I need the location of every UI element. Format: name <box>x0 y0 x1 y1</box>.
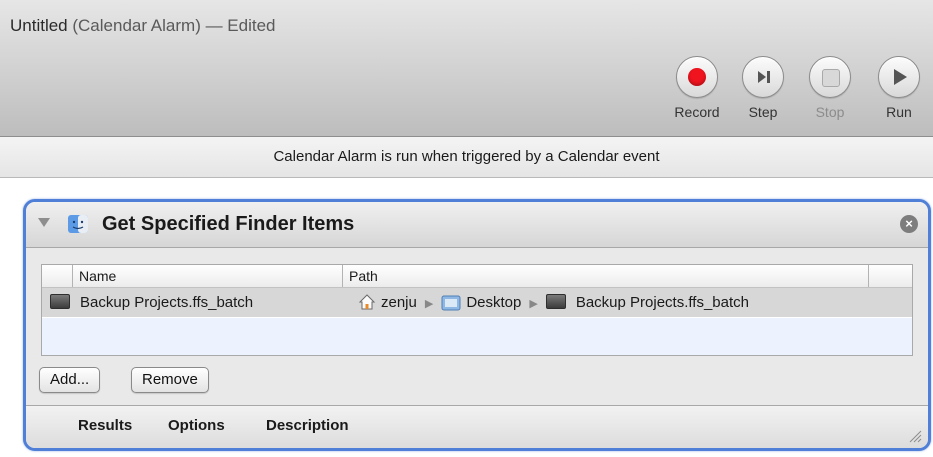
stop-button[interactable]: Stop <box>802 56 858 120</box>
step-label: Step <box>748 104 778 120</box>
path-folder-text: Desktop <box>466 294 522 311</box>
add-button[interactable]: Add... <box>39 367 101 393</box>
action-footer: Results Options Description <box>26 405 928 448</box>
table-header: Name Path <box>42 265 912 288</box>
tab-description[interactable]: Description <box>266 417 349 434</box>
path-separator-icon: ▶ <box>529 298 538 310</box>
disclosure-triangle-icon[interactable] <box>38 218 50 227</box>
resize-grip-icon[interactable] <box>908 429 922 443</box>
folder-icon <box>441 292 461 321</box>
window-title-subtitle: (Calendar Alarm) — Edited <box>67 16 276 35</box>
close-icon[interactable]: × <box>900 215 918 233</box>
table-row[interactable]: Backup Projects.ffs_batch zenju▶ Deskto <box>42 288 912 317</box>
finder-items-table[interactable]: Name Path Backup Projects.ffs_batch zenj… <box>41 264 913 356</box>
action-header[interactable]: Get Specified Finder Items × <box>26 202 928 248</box>
table-empty-row <box>42 318 912 355</box>
remove-button[interactable]: Remove <box>131 367 209 393</box>
run-label: Run <box>886 104 912 120</box>
action-get-specified-finder-items[interactable]: Get Specified Finder Items × Name Path B… <box>23 199 931 451</box>
step-button[interactable]: Step <box>735 56 791 120</box>
run-icon <box>878 56 920 98</box>
stop-icon <box>809 56 851 98</box>
record-label: Record <box>674 104 720 120</box>
file-icon <box>545 294 566 309</box>
action-title: Get Specified Finder Items <box>102 213 355 235</box>
trigger-info-text: Calendar Alarm is run when triggered by … <box>273 148 660 165</box>
stop-label: Stop <box>815 104 845 120</box>
automator-window: Untitled (Calendar Alarm) — Edited Recor… <box>0 0 933 457</box>
window-title: Untitled (Calendar Alarm) — Edited <box>10 16 276 36</box>
tab-options[interactable]: Options <box>168 417 225 434</box>
path-home-text: zenju <box>381 294 417 311</box>
window-title-name: Untitled <box>10 16 68 35</box>
file-icon <box>50 294 70 309</box>
row-name-cell: Backup Projects.ffs_batch <box>50 288 253 317</box>
record-icon <box>676 56 718 98</box>
row-name-text: Backup Projects.ffs_batch <box>80 294 254 311</box>
toolbar: Untitled (Calendar Alarm) — Edited Recor… <box>0 0 933 137</box>
finder-icon <box>66 212 90 236</box>
column-header-path[interactable]: Path <box>342 265 869 287</box>
trigger-info-bar: Calendar Alarm is run when triggered by … <box>0 137 933 178</box>
path-file-text: Backup Projects.ffs_batch <box>575 294 749 311</box>
run-button[interactable]: Run <box>871 56 927 120</box>
column-header-name[interactable]: Name <box>72 265 339 287</box>
step-icon <box>742 56 784 98</box>
path-separator-icon: ▶ <box>424 298 434 310</box>
column-divider <box>868 265 870 287</box>
home-icon <box>358 292 376 321</box>
tab-results[interactable]: Results <box>78 417 132 434</box>
row-path-cell: zenju ▶ Desktop ▶ Backup Projects.ffs_batch <box>358 288 749 317</box>
record-button[interactable]: Record <box>669 56 725 120</box>
